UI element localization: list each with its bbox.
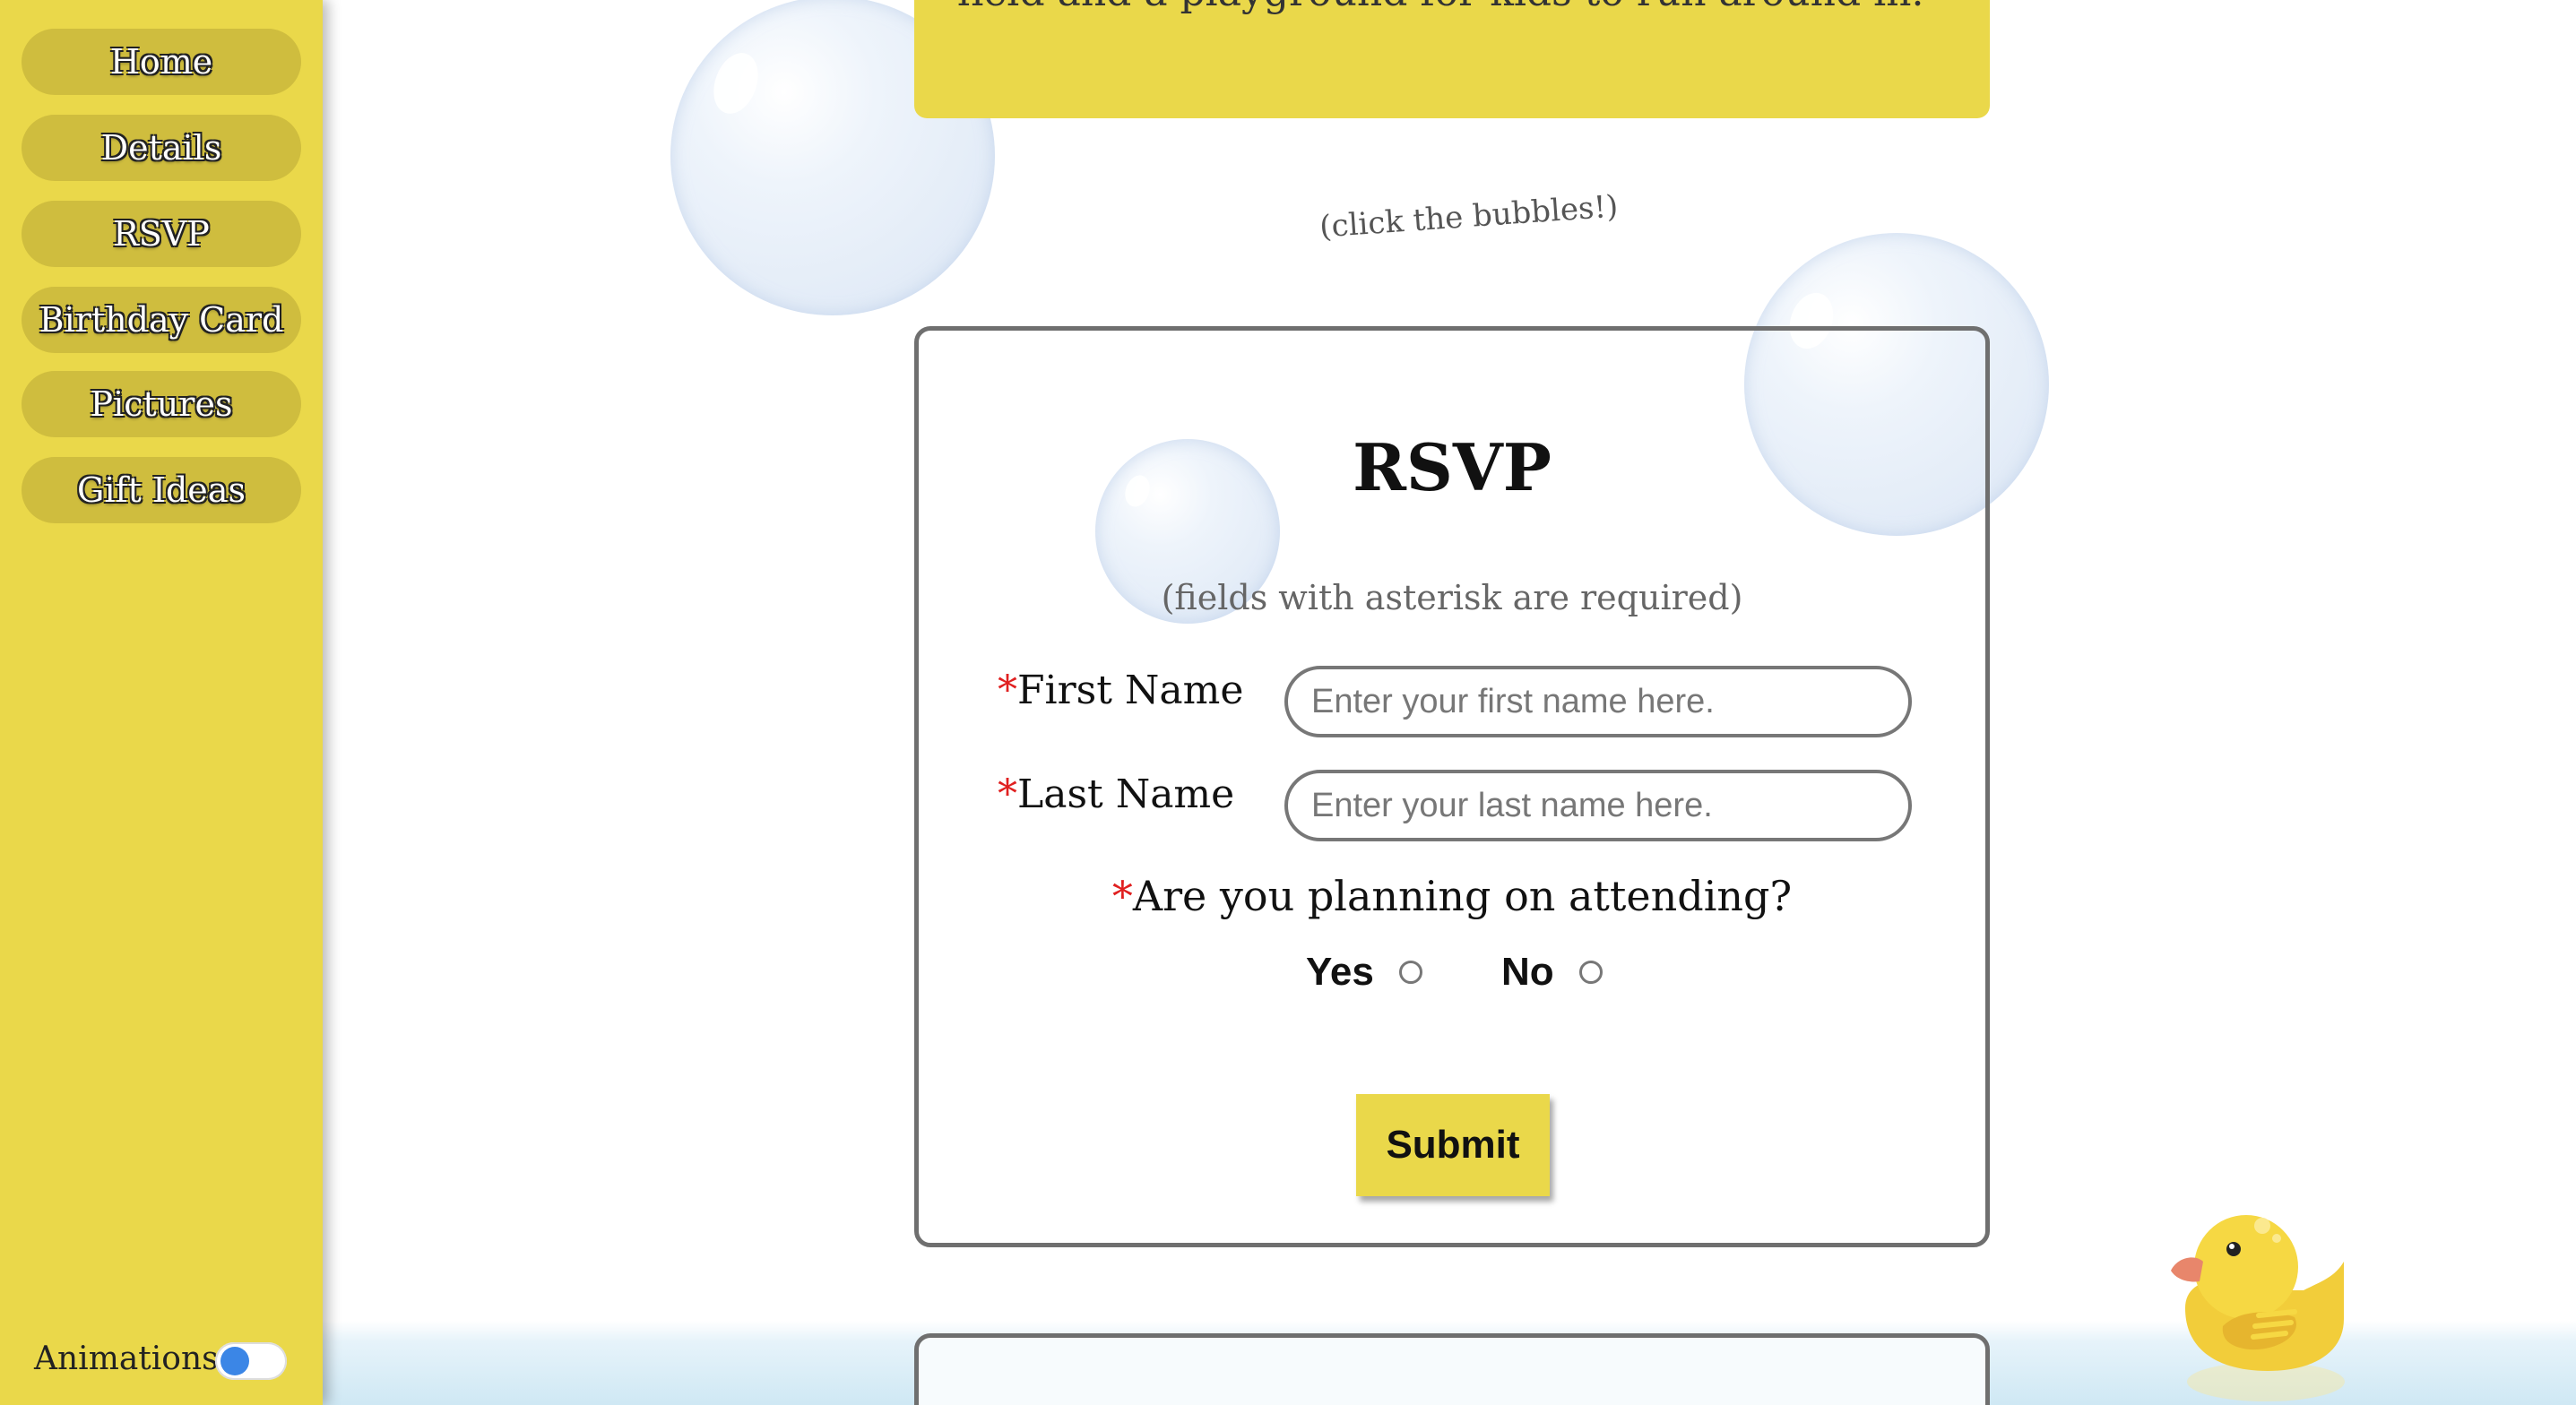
- attending-question-text: Are you planning on attending?: [1132, 872, 1793, 920]
- rsvp-title: RSVP: [1353, 429, 1552, 505]
- sidebar: Home Details RSVP Birthday Card Pictures…: [0, 0, 323, 1405]
- nav-pictures-button[interactable]: Pictures: [22, 371, 301, 437]
- bubble-shine: [705, 47, 766, 120]
- first-name-input[interactable]: [1284, 666, 1912, 737]
- first-name-label: *First Name: [998, 668, 1243, 713]
- rsvp-form: RSVP (fields with asterisk are required)…: [914, 326, 1990, 1247]
- nav-gift-ideas-button[interactable]: Gift Ideas: [22, 457, 301, 523]
- required-asterisk: *: [998, 668, 1017, 713]
- nav-rsvp-button[interactable]: RSVP: [22, 201, 301, 267]
- animations-toggle[interactable]: [215, 1342, 287, 1380]
- yes-label: Yes: [1306, 950, 1374, 994]
- last-name-label: *Last Name: [998, 771, 1234, 817]
- attend-yes-option: Yes: [1306, 945, 1422, 999]
- bubbles-hint: (click the bubbles!): [1318, 188, 1620, 246]
- toggle-knob: [220, 1347, 249, 1375]
- first-name-label-text: First Name: [1017, 668, 1244, 713]
- nav-home-button[interactable]: Home: [22, 29, 301, 95]
- required-asterisk: *: [1111, 872, 1133, 920]
- details-card: field and a playground for kids to run a…: [914, 0, 1990, 118]
- animations-label: Animations:: [34, 1340, 229, 1377]
- last-name-input[interactable]: [1284, 770, 1912, 841]
- no-label: No: [1501, 950, 1554, 994]
- nav-birthday-card-button[interactable]: Birthday Card: [22, 287, 301, 353]
- yes-radio[interactable]: [1398, 961, 1422, 984]
- nav-details-button[interactable]: Details: [22, 115, 301, 181]
- attending-question: *Are you planning on attending?: [919, 872, 1985, 920]
- submit-button[interactable]: Submit: [1356, 1094, 1550, 1196]
- no-radio[interactable]: [1578, 961, 1603, 984]
- rubber-duck-icon: [2171, 1215, 2345, 1401]
- details-text: field and a playground for kids to run a…: [957, 0, 1924, 15]
- required-asterisk: *: [998, 771, 1017, 817]
- attend-no-option: No: [1501, 945, 1603, 999]
- next-card: [914, 1333, 1990, 1405]
- last-name-label-text: Last Name: [1017, 771, 1235, 817]
- rsvp-subtitle: (fields with asterisk are required): [1161, 578, 1743, 617]
